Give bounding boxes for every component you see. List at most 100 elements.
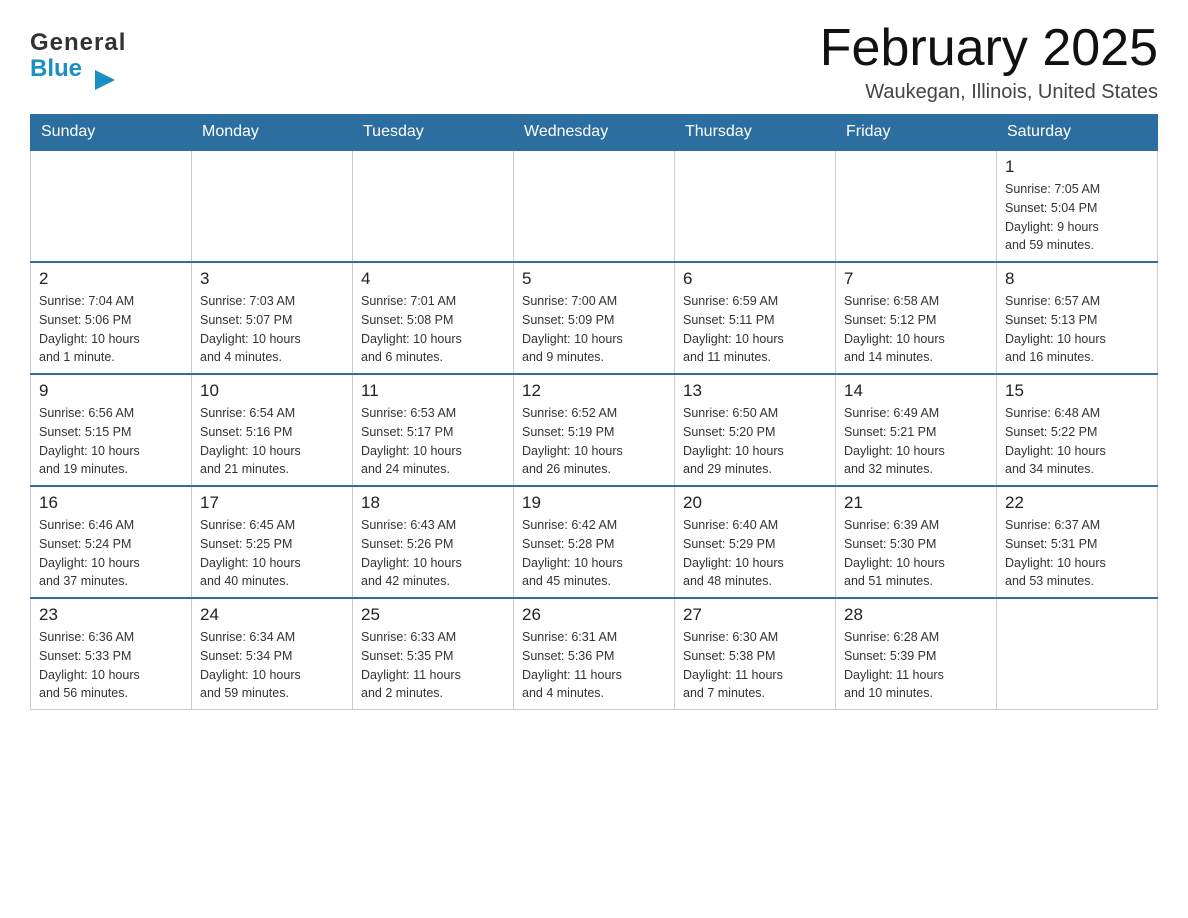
day-number: 1 <box>1005 157 1149 177</box>
day-number: 5 <box>522 269 666 289</box>
day-sun-info: Sunrise: 6:57 AM Sunset: 5:13 PM Dayligh… <box>1005 292 1149 367</box>
calendar-day-cell: 18 Sunrise: 6:43 AM Sunset: 5:26 PM Dayli… <box>353 486 514 598</box>
month-title: February 2025 <box>820 20 1158 77</box>
calendar-day-cell: 7 Sunrise: 6:58 AM Sunset: 5:12 PM Daylig… <box>836 262 997 374</box>
day-sun-info: Sunrise: 6:42 AM Sunset: 5:28 PM Dayligh… <box>522 516 666 591</box>
day-sun-info: Sunrise: 7:04 AM Sunset: 5:06 PM Dayligh… <box>39 292 183 367</box>
location: Waukegan, Illinois, United States <box>820 81 1158 104</box>
calendar-day-cell: 21Sunrise: 6:39 AM Sunset: 5:30 PM Dayli… <box>836 486 997 598</box>
day-number: 12 <box>522 381 666 401</box>
calendar-day-cell: 26 Sunrise: 6:31 AM Sunset: 5:36 PM Dayli… <box>514 598 675 710</box>
day-of-week-header: Thursday <box>675 115 836 151</box>
day-sun-info: Sunrise: 6:30 AM Sunset: 5:38 PM Dayligh… <box>683 628 827 703</box>
day-sun-info: Sunrise: 6:43 AM Sunset: 5:26 PM Dayligh… <box>361 516 505 591</box>
day-sun-info: Sunrise: 6:56 AM Sunset: 5:15 PM Dayligh… <box>39 404 183 479</box>
calendar-day-cell: 11Sunrise: 6:53 AM Sunset: 5:17 PM Dayli… <box>353 374 514 486</box>
day-number: 3 <box>200 269 344 289</box>
calendar-day-cell <box>997 598 1158 710</box>
calendar-day-cell: 20 Sunrise: 6:40 AM Sunset: 5:29 PM Dayli… <box>675 486 836 598</box>
day-number: 13 <box>683 381 827 401</box>
day-number: 4 <box>361 269 505 289</box>
calendar-day-cell: 5 Sunrise: 7:00 AM Sunset: 5:09 PM Daylig… <box>514 262 675 374</box>
calendar-week-row: 23 Sunrise: 6:36 AM Sunset: 5:33 PM Dayli… <box>31 598 1158 710</box>
day-sun-info: Sunrise: 6:31 AM Sunset: 5:36 PM Dayligh… <box>522 628 666 703</box>
day-sun-info: Sunrise: 6:40 AM Sunset: 5:29 PM Dayligh… <box>683 516 827 591</box>
calendar-day-cell: 23 Sunrise: 6:36 AM Sunset: 5:33 PM Dayli… <box>31 598 192 710</box>
calendar-day-cell: 3 Sunrise: 7:03 AM Sunset: 5:07 PM Daylig… <box>192 262 353 374</box>
day-number: 9 <box>39 381 183 401</box>
day-number: 18 <box>361 493 505 513</box>
day-number: 16 <box>39 493 183 513</box>
day-of-week-header: Sunday <box>31 115 192 151</box>
day-of-week-header: Friday <box>836 115 997 151</box>
day-number: 24 <box>200 605 344 625</box>
day-number: 28 <box>844 605 988 625</box>
calendar-day-cell <box>836 150 997 262</box>
day-number: 23 <box>39 605 183 625</box>
day-number: 21 <box>844 493 988 513</box>
calendar-day-cell: 16 Sunrise: 6:46 AM Sunset: 5:24 PM Dayli… <box>31 486 192 598</box>
day-number: 11 <box>361 381 505 401</box>
day-sun-info: Sunrise: 6:58 AM Sunset: 5:12 PM Dayligh… <box>844 292 988 367</box>
day-sun-info: Sunrise: 6:59 AM Sunset: 5:11 PM Dayligh… <box>683 292 827 367</box>
day-sun-info: Sunrise: 7:01 AM Sunset: 5:08 PM Dayligh… <box>361 292 505 367</box>
day-number: 15 <box>1005 381 1149 401</box>
logo-blue: Blue <box>30 56 126 82</box>
calendar-week-row: 2 Sunrise: 7:04 AM Sunset: 5:06 PM Daylig… <box>31 262 1158 374</box>
day-number: 19 <box>522 493 666 513</box>
day-sun-info: Sunrise: 6:45 AM Sunset: 5:25 PM Dayligh… <box>200 516 344 591</box>
day-sun-info: Sunrise: 6:36 AM Sunset: 5:33 PM Dayligh… <box>39 628 183 703</box>
day-of-week-header: Monday <box>192 115 353 151</box>
day-sun-info: Sunrise: 6:37 AM Sunset: 5:31 PM Dayligh… <box>1005 516 1149 591</box>
day-sun-info: Sunrise: 7:05 AM Sunset: 5:04 PM Dayligh… <box>1005 180 1149 255</box>
day-number: 27 <box>683 605 827 625</box>
calendar-week-row: 1 Sunrise: 7:05 AM Sunset: 5:04 PM Daylig… <box>31 150 1158 262</box>
day-sun-info: Sunrise: 6:34 AM Sunset: 5:34 PM Dayligh… <box>200 628 344 703</box>
day-sun-info: Sunrise: 6:52 AM Sunset: 5:19 PM Dayligh… <box>522 404 666 479</box>
calendar-day-cell: 12 Sunrise: 6:52 AM Sunset: 5:19 PM Dayli… <box>514 374 675 486</box>
calendar-day-cell: 25Sunrise: 6:33 AM Sunset: 5:35 PM Dayli… <box>353 598 514 710</box>
calendar-day-cell: 15 Sunrise: 6:48 AM Sunset: 5:22 PM Dayli… <box>997 374 1158 486</box>
title-section: February 2025 Waukegan, Illinois, United… <box>820 20 1158 104</box>
day-number: 6 <box>683 269 827 289</box>
calendar-day-cell <box>675 150 836 262</box>
day-of-week-header: Wednesday <box>514 115 675 151</box>
logo-general: General <box>30 30 126 56</box>
page-header: General Blue February 2025 Waukegan, Ill… <box>30 20 1158 104</box>
day-number: 8 <box>1005 269 1149 289</box>
day-sun-info: Sunrise: 7:00 AM Sunset: 5:09 PM Dayligh… <box>522 292 666 367</box>
day-of-week-header: Saturday <box>997 115 1158 151</box>
calendar-day-cell: 13 Sunrise: 6:50 AM Sunset: 5:20 PM Dayli… <box>675 374 836 486</box>
calendar-day-cell: 2 Sunrise: 7:04 AM Sunset: 5:06 PM Daylig… <box>31 262 192 374</box>
day-number: 22 <box>1005 493 1149 513</box>
calendar-day-cell: 10Sunrise: 6:54 AM Sunset: 5:16 PM Dayli… <box>192 374 353 486</box>
calendar-day-cell: 22 Sunrise: 6:37 AM Sunset: 5:31 PM Dayli… <box>997 486 1158 598</box>
calendar-day-cell: 1 Sunrise: 7:05 AM Sunset: 5:04 PM Daylig… <box>997 150 1158 262</box>
calendar-day-cell <box>31 150 192 262</box>
day-number: 26 <box>522 605 666 625</box>
calendar-day-cell <box>514 150 675 262</box>
day-sun-info: Sunrise: 6:49 AM Sunset: 5:21 PM Dayligh… <box>844 404 988 479</box>
day-number: 17 <box>200 493 344 513</box>
logo: General Blue <box>30 20 126 83</box>
day-sun-info: Sunrise: 6:46 AM Sunset: 5:24 PM Dayligh… <box>39 516 183 591</box>
calendar-day-cell: 27 Sunrise: 6:30 AM Sunset: 5:38 PM Dayli… <box>675 598 836 710</box>
day-sun-info: Sunrise: 6:50 AM Sunset: 5:20 PM Dayligh… <box>683 404 827 479</box>
calendar-day-cell <box>192 150 353 262</box>
calendar-header-row: SundayMondayTuesdayWednesdayThursdayFrid… <box>31 115 1158 151</box>
day-of-week-header: Tuesday <box>353 115 514 151</box>
calendar-day-cell: 14Sunrise: 6:49 AM Sunset: 5:21 PM Dayli… <box>836 374 997 486</box>
day-sun-info: Sunrise: 6:48 AM Sunset: 5:22 PM Dayligh… <box>1005 404 1149 479</box>
calendar-table: SundayMondayTuesdayWednesdayThursdayFrid… <box>30 114 1158 710</box>
calendar-day-cell <box>353 150 514 262</box>
day-number: 7 <box>844 269 988 289</box>
calendar-day-cell: 9 Sunrise: 6:56 AM Sunset: 5:15 PM Daylig… <box>31 374 192 486</box>
day-number: 20 <box>683 493 827 513</box>
day-number: 2 <box>39 269 183 289</box>
day-sun-info: Sunrise: 6:54 AM Sunset: 5:16 PM Dayligh… <box>200 404 344 479</box>
calendar-week-row: 16 Sunrise: 6:46 AM Sunset: 5:24 PM Dayli… <box>31 486 1158 598</box>
calendar-day-cell: 4 Sunrise: 7:01 AM Sunset: 5:08 PM Daylig… <box>353 262 514 374</box>
calendar-day-cell: 19 Sunrise: 6:42 AM Sunset: 5:28 PM Dayli… <box>514 486 675 598</box>
day-sun-info: Sunrise: 7:03 AM Sunset: 5:07 PM Dayligh… <box>200 292 344 367</box>
day-sun-info: Sunrise: 6:33 AM Sunset: 5:35 PM Dayligh… <box>361 628 505 703</box>
